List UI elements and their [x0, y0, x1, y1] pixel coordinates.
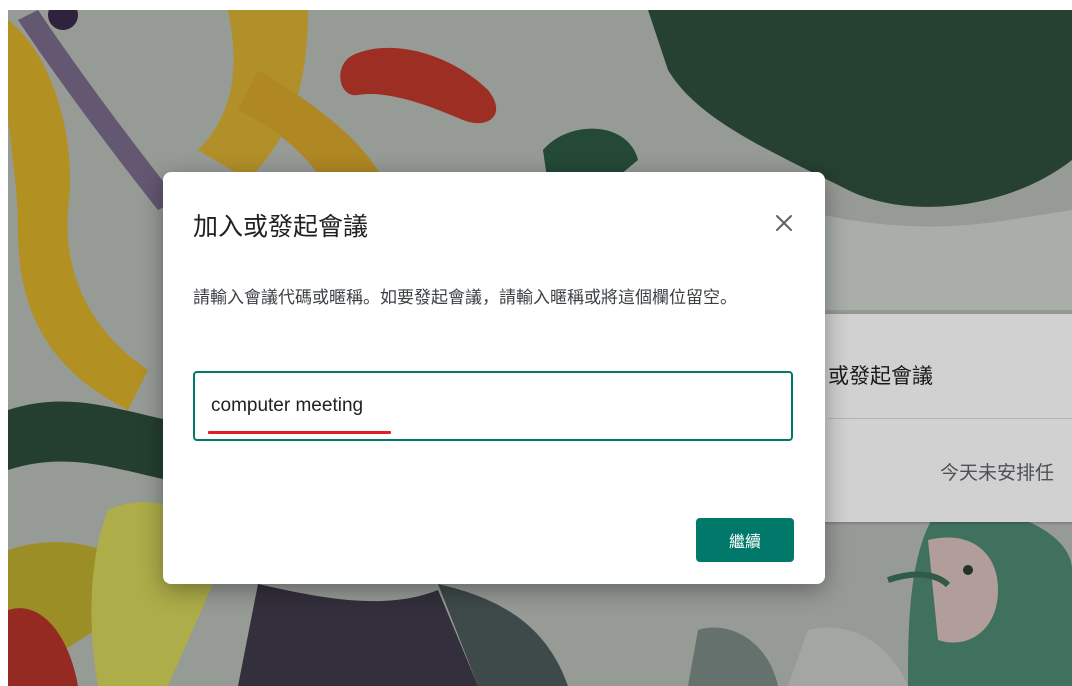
dialog-description: 請輸入會議代碼或暱稱。如要發起會議，請輸入暱稱或將這個欄位留空。	[193, 288, 737, 308]
continue-button[interactable]: 繼續	[696, 518, 794, 562]
meeting-code-input[interactable]	[211, 391, 771, 421]
meet-landing-page: 或發起會議 今天未安排任 加入或發起會議 請輸入會議代碼或暱稱。如要發起會議，請…	[8, 10, 1072, 686]
close-icon	[776, 215, 792, 231]
close-button[interactable]	[765, 204, 803, 242]
annotation-underline	[208, 431, 391, 434]
dialog-title: 加入或發起會議	[193, 212, 369, 241]
join-or-start-meeting-dialog: 加入或發起會議 請輸入會議代碼或暱稱。如要發起會議，請輸入暱稱或將這個欄位留空。…	[163, 172, 825, 584]
